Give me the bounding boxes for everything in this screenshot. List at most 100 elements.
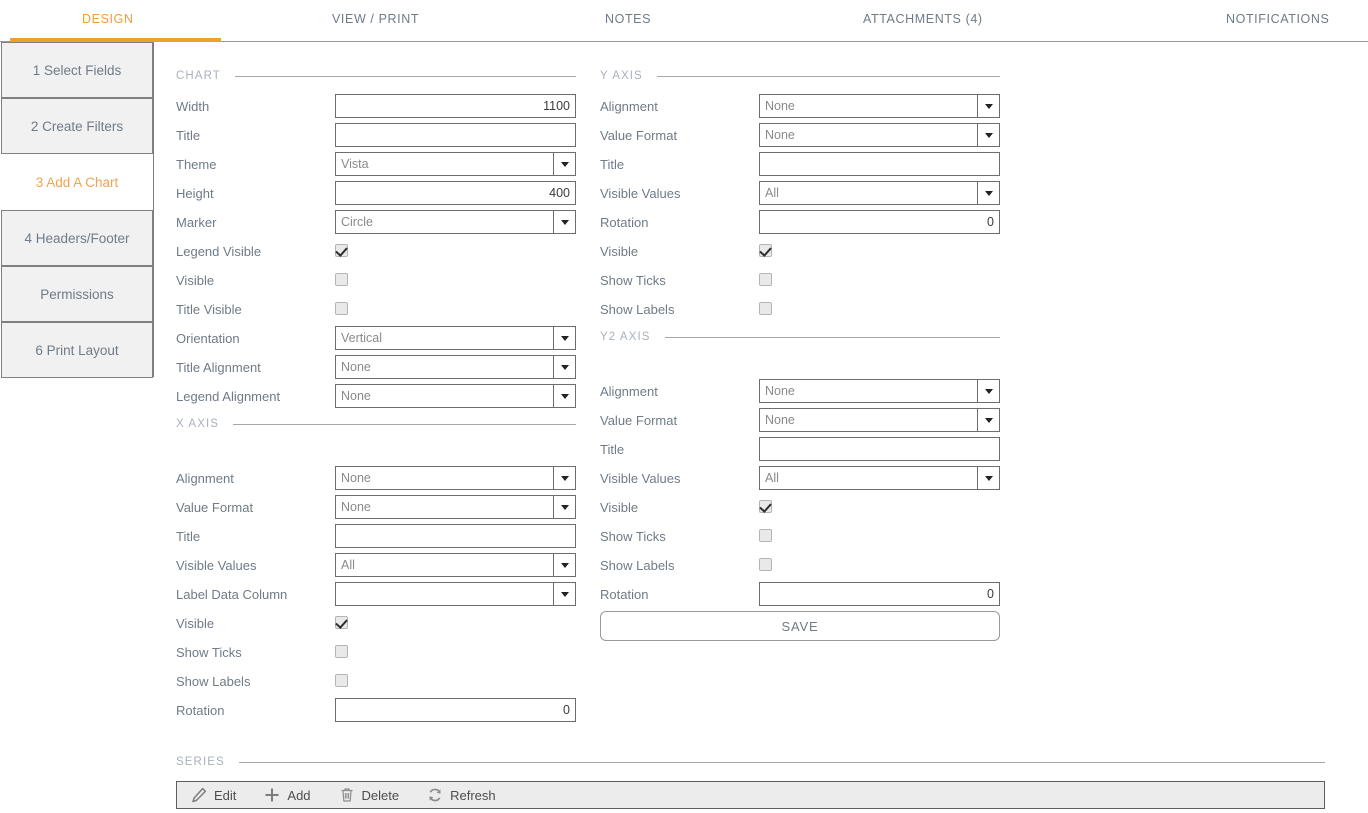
field-row-y-show-ticks: Show Ticks — [600, 268, 666, 292]
field-label-y2-value-format: Value Format — [600, 412, 678, 428]
input-y2-title[interactable] — [759, 437, 1000, 461]
chevron-down-icon[interactable] — [977, 409, 999, 431]
checkbox-y2-show-labels[interactable] — [759, 558, 772, 571]
field-label-y-visible-values: Visible Values — [600, 185, 681, 201]
checkbox-y2-show-ticks[interactable] — [759, 529, 772, 542]
field-row-chart-visible: Visible — [176, 268, 214, 292]
sidebar-item-select-fields[interactable]: 1 Select Fields — [1, 42, 153, 98]
checkbox-chart-visible[interactable] — [335, 273, 348, 286]
select-x-label-data-column[interactable] — [335, 582, 576, 606]
section-title-y-axis: Y AXIS — [600, 70, 643, 82]
field-label-x-value-format: Value Format — [176, 499, 254, 515]
select-chart-marker[interactable]: Circle — [335, 210, 576, 234]
field-label-legend-alignment: Legend Alignment — [176, 388, 281, 404]
save-button[interactable]: SAVE — [600, 611, 1000, 641]
chevron-down-icon[interactable] — [553, 211, 575, 233]
input-x-rotation[interactable]: 0 — [335, 698, 576, 722]
field-label-y-alignment: Alignment — [600, 98, 658, 114]
section-rule — [233, 423, 576, 425]
input-chart-width-value: 1100 — [543, 99, 570, 113]
select-chart-orientation[interactable]: Vertical — [335, 326, 576, 350]
select-y2-value-format-value: None — [765, 413, 795, 427]
checkbox-legend-visible[interactable] — [335, 244, 348, 257]
input-chart-width[interactable]: 1100 — [335, 94, 576, 118]
chevron-down-icon[interactable] — [977, 182, 999, 204]
field-row-height: Height — [176, 181, 214, 205]
chevron-down-icon[interactable] — [553, 583, 575, 605]
select-y-value-format-value: None — [765, 128, 795, 142]
field-row-x-show-ticks: Show Ticks — [176, 640, 242, 664]
series-edit-label: Edit — [214, 787, 237, 803]
sidebar-item-add-a-chart[interactable]: 3 Add A Chart — [1, 154, 153, 210]
select-chart-legend-alignment[interactable]: None — [335, 384, 576, 408]
field-row-y2-show-labels: Show Labels — [600, 553, 674, 577]
checkbox-y-show-ticks[interactable] — [759, 273, 772, 286]
select-y2-value-format[interactable]: None — [759, 408, 1000, 432]
chevron-down-icon[interactable] — [553, 327, 575, 349]
select-y-alignment[interactable]: None — [759, 94, 1000, 118]
select-x-alignment[interactable]: None — [335, 466, 576, 490]
series-add-button[interactable]: Add — [250, 782, 324, 808]
select-x-visible-values[interactable]: All — [335, 553, 576, 577]
field-row-orientation: Orientation — [176, 326, 240, 350]
select-chart-title-alignment-value: None — [341, 360, 371, 374]
field-label-y2-visible-values: Visible Values — [600, 470, 681, 486]
sidebar-item-print-layout[interactable]: 6 Print Layout — [1, 322, 153, 378]
field-label-y-visible: Visible — [600, 243, 639, 259]
tab-attachments[interactable]: ATTACHMENTS (4) — [863, 12, 983, 26]
series-refresh-button[interactable]: Refresh — [413, 782, 510, 808]
top-tab-bar: DESIGN VIEW / PRINT NOTES ATTACHMENTS (4… — [0, 0, 1368, 42]
chevron-down-icon[interactable] — [553, 385, 575, 407]
series-delete-button[interactable]: Delete — [325, 782, 414, 808]
tab-notifications[interactable]: NOTIFICATIONS — [1226, 12, 1329, 26]
checkbox-x-show-ticks[interactable] — [335, 645, 348, 658]
input-y-rotation[interactable]: 0 — [759, 210, 1000, 234]
field-label-x-title: Title — [176, 528, 201, 544]
tab-design[interactable]: DESIGN — [82, 12, 134, 26]
select-chart-title-alignment[interactable]: None — [335, 355, 576, 379]
series-edit-button[interactable]: Edit — [177, 782, 250, 808]
sidebar-item-create-filters[interactable]: 2 Create Filters — [1, 98, 153, 154]
tab-notes[interactable]: NOTES — [605, 12, 651, 26]
checkbox-y-visible[interactable] — [759, 244, 772, 257]
input-x-title[interactable] — [335, 524, 576, 548]
chevron-down-icon[interactable] — [553, 356, 575, 378]
section-title-y2-axis: Y2 AXIS — [600, 331, 651, 343]
input-y-title[interactable] — [759, 152, 1000, 176]
input-chart-height[interactable]: 400 — [335, 181, 576, 205]
field-label-y2-show-ticks: Show Ticks — [600, 528, 666, 544]
chevron-down-icon[interactable] — [553, 153, 575, 175]
field-label-width: Width — [176, 98, 210, 114]
select-chart-theme[interactable]: Vista — [335, 152, 576, 176]
sidebar-item-permissions[interactable]: Permissions — [1, 266, 153, 322]
chevron-down-icon[interactable] — [553, 467, 575, 489]
chevron-down-icon[interactable] — [553, 496, 575, 518]
field-label-x-alignment: Alignment — [176, 470, 234, 486]
field-label-marker: Marker — [176, 214, 217, 230]
chevron-down-icon[interactable] — [977, 467, 999, 489]
checkbox-y-show-labels[interactable] — [759, 302, 772, 315]
select-x-value-format[interactable]: None — [335, 495, 576, 519]
chevron-down-icon[interactable] — [553, 554, 575, 576]
select-y2-alignment[interactable]: None — [759, 379, 1000, 403]
checkbox-x-visible[interactable] — [335, 616, 348, 629]
checkbox-y2-visible[interactable] — [759, 500, 772, 513]
select-y-visible-values[interactable]: All — [759, 181, 1000, 205]
section-rule — [656, 75, 1000, 77]
chevron-down-icon[interactable] — [977, 124, 999, 146]
input-chart-title[interactable] — [335, 123, 576, 147]
checkbox-title-visible[interactable] — [335, 302, 348, 315]
select-y-value-format[interactable]: None — [759, 123, 1000, 147]
field-label-x-rotation: Rotation — [176, 702, 225, 718]
series-add-label: Add — [287, 787, 311, 803]
select-y2-visible-values[interactable]: All — [759, 466, 1000, 490]
chevron-down-icon[interactable] — [977, 95, 999, 117]
sidebar-item-headers-footer[interactable]: 4 Headers/Footer — [1, 210, 153, 266]
checkbox-x-show-labels[interactable] — [335, 674, 348, 687]
chevron-down-icon[interactable] — [977, 380, 999, 402]
field-row-y-value-format: Value Format — [600, 123, 677, 147]
input-y2-rotation[interactable]: 0 — [759, 582, 1000, 606]
pencil-icon — [192, 787, 207, 803]
tab-view-print[interactable]: VIEW / PRINT — [332, 12, 419, 26]
field-row-x-title: Title — [176, 524, 200, 548]
